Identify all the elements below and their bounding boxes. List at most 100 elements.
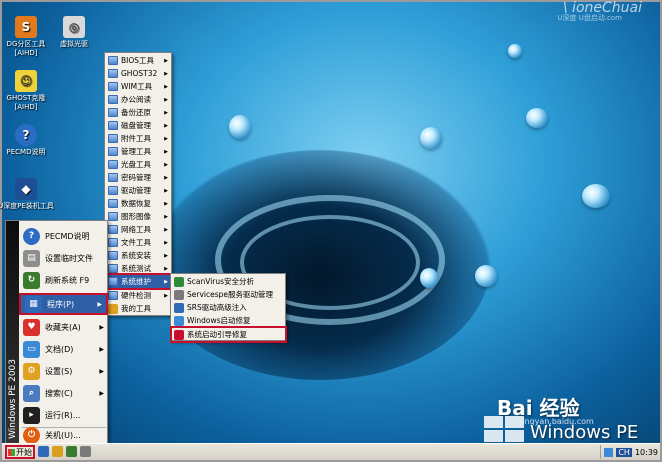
start-item-documents[interactable]: ▭ 文档(D) ▶ <box>19 338 108 360</box>
chevron-right-icon: ▶ <box>164 265 168 272</box>
start-button[interactable]: 开始 <box>5 445 35 459</box>
programs-item-maintenance[interactable]: 系统维护 ▶ <box>104 273 173 290</box>
programs-item-ghost32[interactable]: GHOST32 ▶ <box>106 67 171 80</box>
folder-icon <box>108 108 118 117</box>
programs-item-my-tools[interactable]: 我的工具 <box>106 302 171 315</box>
chevron-right-icon: ▶ <box>164 226 168 233</box>
chevron-right-icon: ▶ <box>164 213 168 220</box>
wallpaper-brand-sub: U深度 U盘启动.com <box>557 14 622 22</box>
chevron-right-icon: ▶ <box>164 57 168 64</box>
maintenance-item-windows-repair[interactable]: Windows启动修复 <box>172 314 285 327</box>
folder-icon <box>108 212 118 221</box>
desktop-icon-installer[interactable]: ◆ U深度PE装机工具 <box>0 178 54 211</box>
start-item-search[interactable]: ⌕ 搜索(C) ▶ <box>19 382 108 404</box>
folder-icon <box>108 291 118 300</box>
gear-icon <box>174 289 184 300</box>
ghost-icon: ☺ <box>15 70 37 92</box>
windows-logo-icon <box>484 416 524 442</box>
windows-flag-icon <box>8 448 15 456</box>
folder-icon <box>108 95 118 104</box>
start-item-favorites[interactable]: ♥ 收藏夹(A) ▶ <box>19 316 108 338</box>
programs-item-disk[interactable]: 磁盘管理 ▶ <box>106 119 171 132</box>
installer-icon: ◆ <box>15 178 37 200</box>
chevron-right-icon: ▶ <box>164 109 168 116</box>
start-item-run[interactable]: ▸ 运行(R)... <box>19 404 108 426</box>
programs-item-graphics[interactable]: 图形图像 ▶ <box>106 210 171 223</box>
chevron-right-icon: ▶ <box>164 161 168 168</box>
chevron-right-icon: ▶ <box>99 323 104 331</box>
power-icon: ⏻ <box>23 426 40 444</box>
partition-icon: S <box>15 16 37 38</box>
programs-item-bios[interactable]: BIOS工具 ▶ <box>106 54 171 67</box>
start-menu-sidebar: Windows PE 2003 <box>6 221 19 443</box>
maintenance-item-servicespe[interactable]: Servicespe服务驱动管理 <box>172 288 285 301</box>
start-item-pecmd[interactable]: ? PECMD说明 <box>19 225 108 247</box>
search-icon: ⌕ <box>23 384 40 402</box>
chevron-right-icon: ▶ <box>164 96 168 103</box>
chevron-right-icon: ▶ <box>164 122 168 129</box>
programs-item-wim[interactable]: WIM工具 ▶ <box>106 80 171 93</box>
windows-icon <box>174 315 184 326</box>
chevron-right-icon: ▶ <box>164 278 168 285</box>
desktop-icon-label: 虚拟光驱 <box>60 40 88 48</box>
programs-item-backup[interactable]: 备份还原 ▶ <box>106 106 171 119</box>
driver-icon <box>174 302 184 313</box>
chevron-right-icon: ▶ <box>164 239 168 246</box>
programs-item-install[interactable]: 系统安装 ▶ <box>106 249 171 262</box>
programs-item-office[interactable]: 办公阅读 ▶ <box>106 93 171 106</box>
folder-icon <box>108 251 118 260</box>
folder-icon <box>108 186 118 195</box>
chevron-right-icon: ▶ <box>99 345 104 353</box>
water-drop <box>420 268 438 288</box>
quicklaunch-app-icon[interactable] <box>66 446 77 457</box>
programs-item-network[interactable]: 网络工具 ▶ <box>106 223 171 236</box>
run-icon: ▸ <box>23 406 40 424</box>
desktop-icon-ghost[interactable]: ☺ GHOST克隆 [AIHD] <box>0 70 54 112</box>
taskbar: 开始 CH 10:39 <box>2 443 660 460</box>
water-drop <box>526 108 548 128</box>
product-name: Windows PE <box>530 422 639 443</box>
start-item-programs[interactable]: ▦ 程序(P) ▶ <box>19 293 108 315</box>
start-item-temp-files[interactable]: ▤ 设置临时文件 <box>19 247 108 269</box>
programs-item-files[interactable]: 文件工具 ▶ <box>106 236 171 249</box>
network-icon[interactable] <box>604 447 614 457</box>
water-drop <box>475 265 497 287</box>
quicklaunch-folder-icon[interactable] <box>52 446 63 457</box>
water-drop <box>420 127 442 149</box>
folder-icon <box>108 199 118 208</box>
system-tray: CH 10:39 <box>600 445 658 459</box>
clock[interactable]: 10:39 <box>635 448 658 457</box>
language-indicator[interactable]: CH <box>616 447 632 457</box>
shield-icon <box>174 276 184 287</box>
programs-item-drivers[interactable]: 驱动管理 ▶ <box>106 184 171 197</box>
programs-item-accessories[interactable]: 附件工具 ▶ <box>106 132 171 145</box>
chevron-right-icon: ▶ <box>164 200 168 207</box>
chevron-right-icon: ▶ <box>164 292 168 299</box>
programs-item-optical[interactable]: 光盘工具 ▶ <box>106 158 171 171</box>
quicklaunch-tool-icon[interactable] <box>80 446 91 457</box>
chevron-right-icon: ▶ <box>164 83 168 90</box>
quicklaunch-desktop-icon[interactable] <box>38 446 49 457</box>
start-item-refresh[interactable]: ↻ 刷新系统 F9 <box>19 269 108 291</box>
chevron-right-icon: ▶ <box>99 367 104 375</box>
folder-icon <box>108 134 118 143</box>
programs-menu: BIOS工具 ▶ GHOST32 ▶ WIM工具 ▶ 办公阅读 ▶ 备份还原 ▶ 磁盘管理… <box>104 52 173 316</box>
folder-icon <box>108 56 118 65</box>
programs-item-recovery[interactable]: 数据恢复 ▶ <box>106 197 171 210</box>
programs-item-password[interactable]: 密码管理 ▶ <box>106 171 171 184</box>
favorites-icon: ♥ <box>23 318 40 336</box>
desktop-icon-label: DG分区工具 [AIHD] <box>6 40 46 57</box>
programs-item-test[interactable]: 系统测试 ▶ <box>106 262 171 275</box>
desktop-icon-pecmd[interactable]: ? PECMD说明 <box>0 124 54 157</box>
chevron-right-icon: ▶ <box>164 174 168 181</box>
maintenance-item-scanvirus[interactable]: ScanVirus安全分析 <box>172 275 285 288</box>
folder-icon <box>108 160 118 169</box>
start-item-settings[interactable]: ⚙ 设置(S) ▶ <box>19 360 108 382</box>
programs-item-admin[interactable]: 管理工具 ▶ <box>106 145 171 158</box>
desktop-icon-virtual-drive[interactable]: ◎ 虚拟光驱 <box>46 16 102 49</box>
chevron-right-icon: ▶ <box>164 252 168 259</box>
programs-item-hardware[interactable]: 硬件检测 ▶ <box>106 289 171 302</box>
maintenance-item-boot-repair[interactable]: 系统启动引导修复 <box>170 326 287 343</box>
maintenance-item-srs[interactable]: SRS驱动高级注入 <box>172 301 285 314</box>
programs-icon: ▦ <box>25 295 42 313</box>
